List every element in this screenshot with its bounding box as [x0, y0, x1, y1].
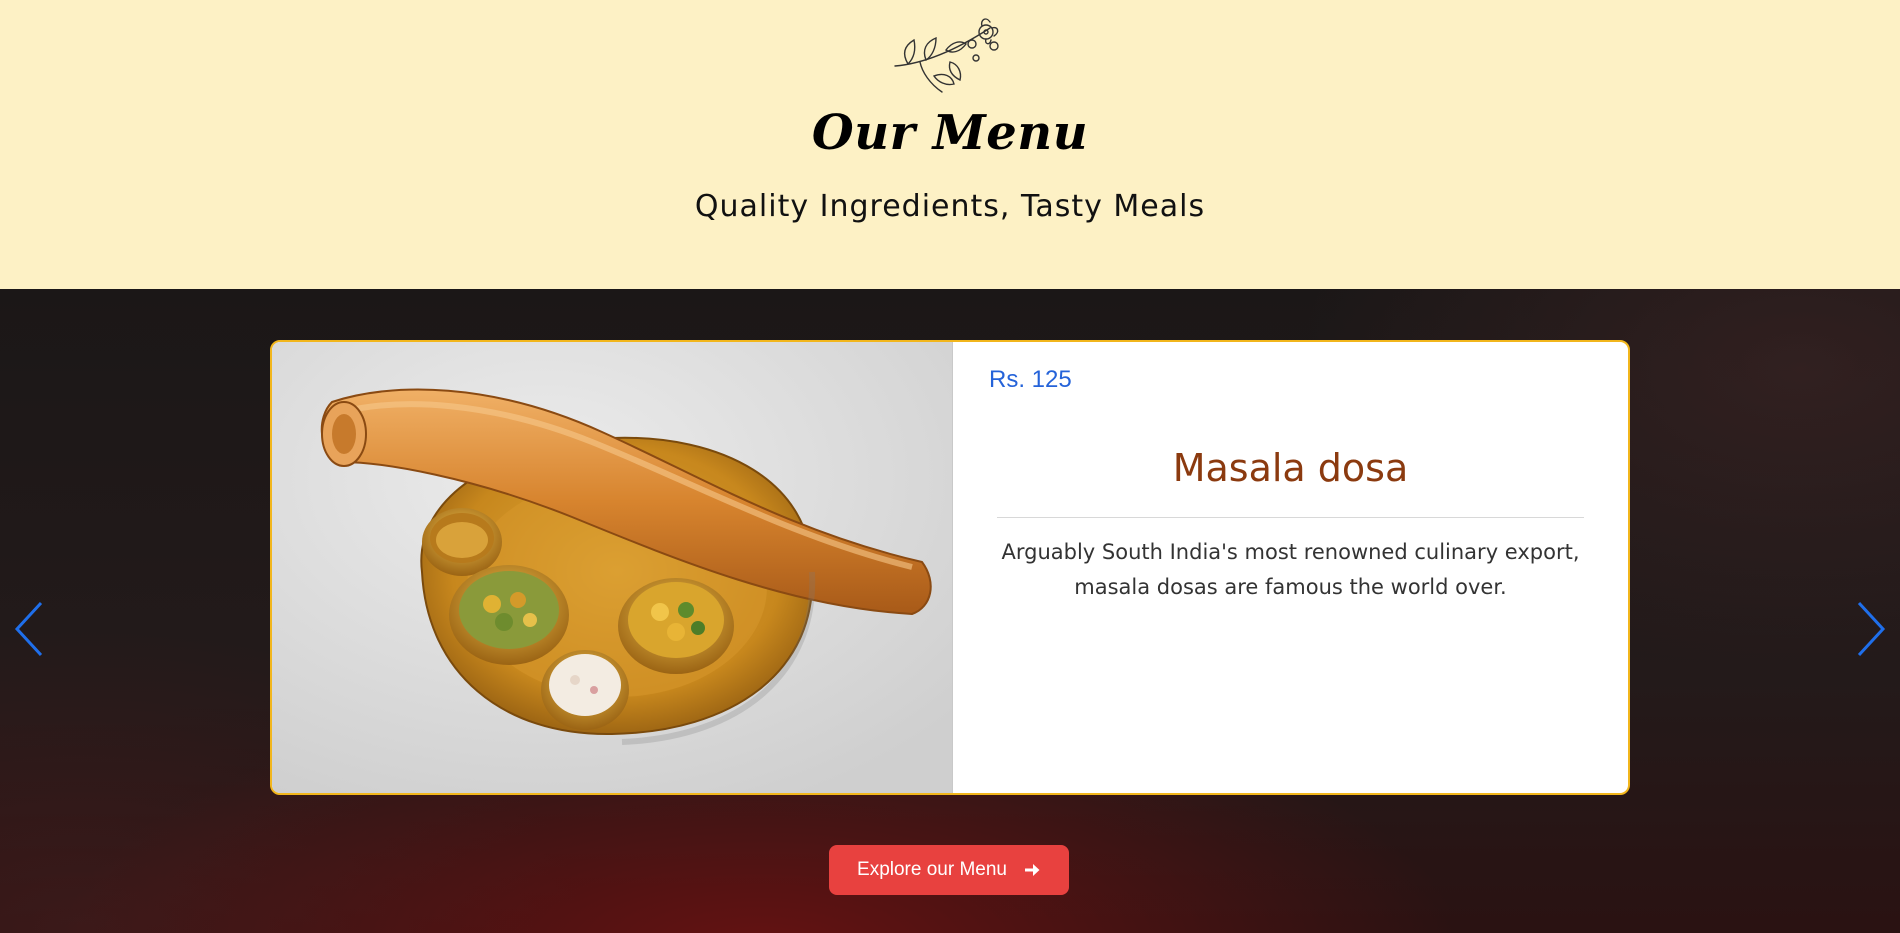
chevron-right-icon — [1857, 601, 1886, 657]
menu-carousel-section: Rs. 125 Masala dosa Arguably South India… — [0, 289, 1900, 933]
divider — [997, 517, 1584, 518]
item-name: Masala dosa — [1172, 446, 1409, 490]
page-subtitle: Quality Ingredients, Tasty Meals — [694, 189, 1206, 224]
arrow-right-icon — [1024, 864, 1040, 876]
item-description: Arguably South India's most renowned cul… — [1001, 540, 1580, 599]
explore-menu-label: Explore our Menu — [857, 859, 1007, 880]
item-price: Rs. 125 — [989, 366, 1072, 393]
carousel-next-button[interactable] — [1850, 599, 1890, 659]
menu-item-details: Rs. 125 Masala dosa Arguably South India… — [953, 342, 1628, 793]
menu-header: Our Menu Quality Ingredients, Tasty Meal… — [0, 0, 1900, 289]
floral-sprig-icon — [894, 18, 999, 93]
explore-menu-button[interactable]: Explore our Menu — [829, 845, 1069, 895]
chevron-left-icon — [14, 601, 43, 657]
carousel-prev-button[interactable] — [10, 599, 50, 659]
page-title: Our Menu — [811, 105, 1089, 161]
menu-item-card: Rs. 125 Masala dosa Arguably South India… — [270, 340, 1630, 795]
masala-dosa-photo — [272, 342, 953, 793]
